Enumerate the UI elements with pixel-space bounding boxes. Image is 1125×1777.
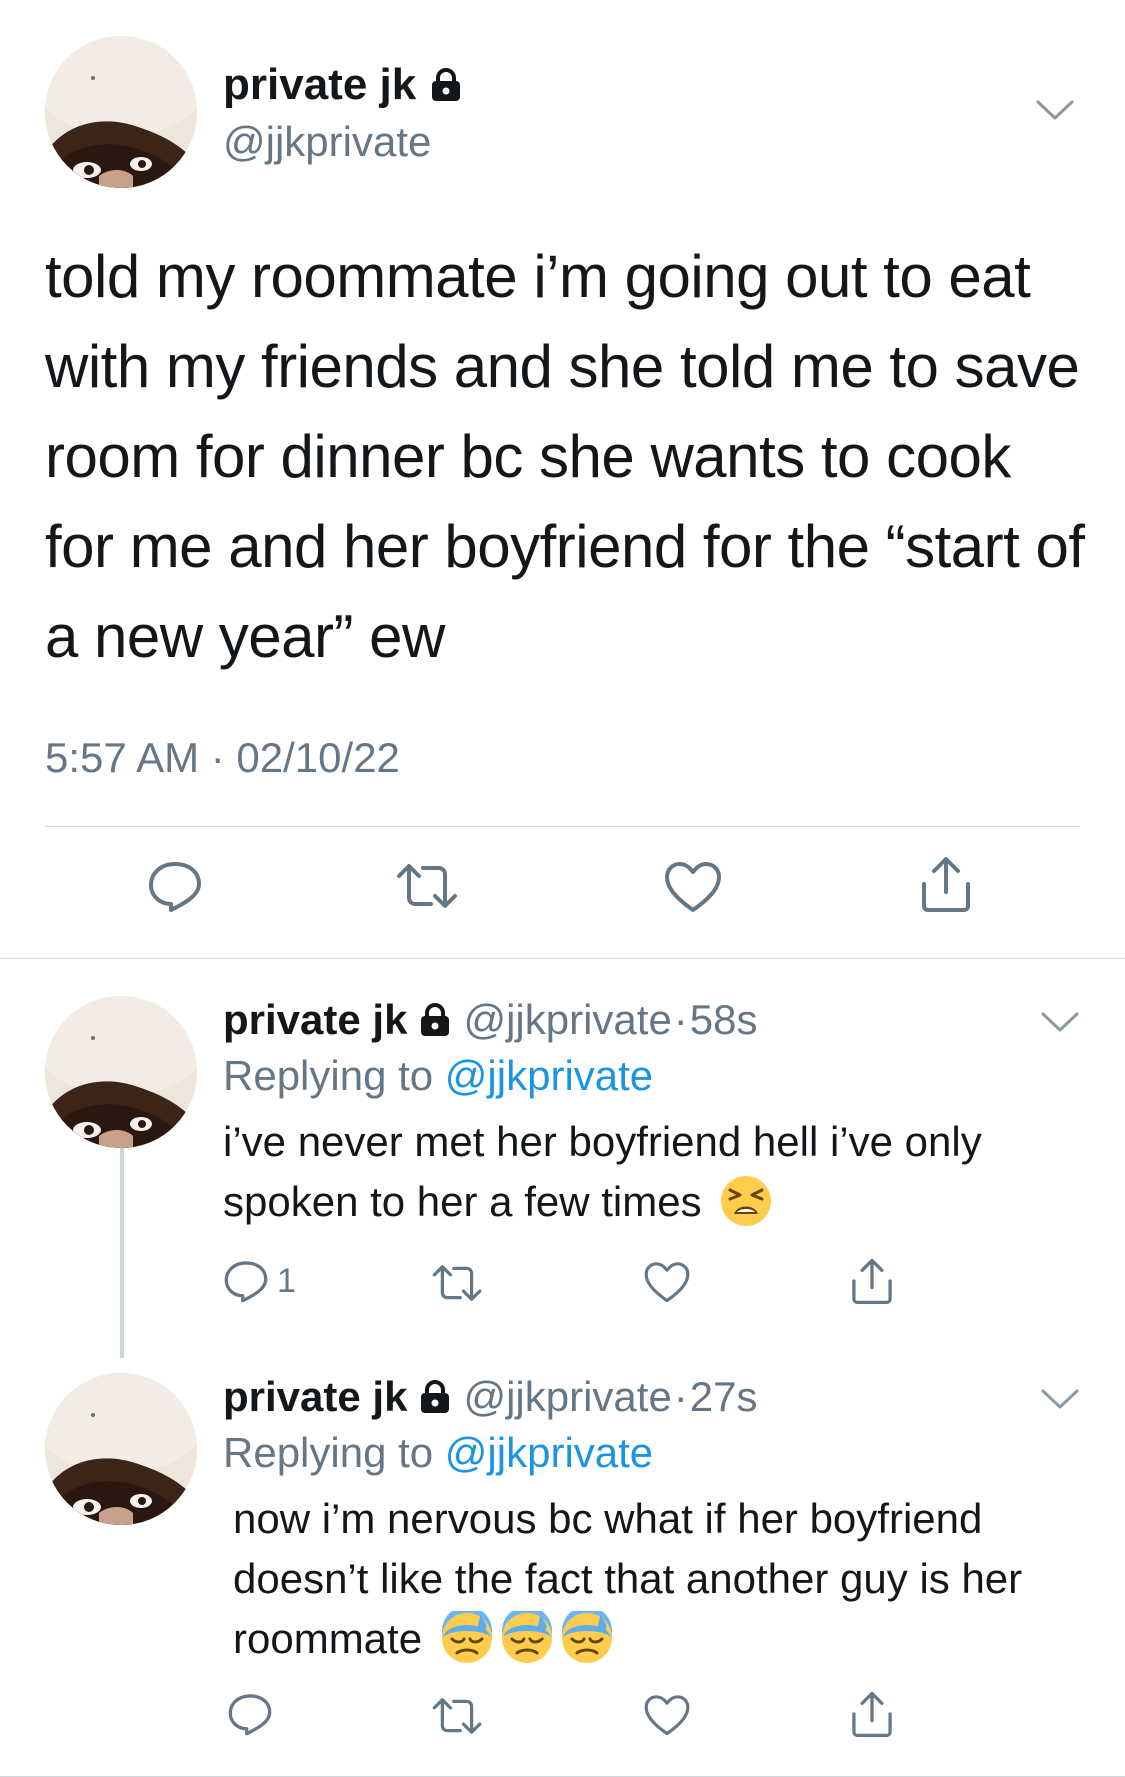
downcast-sweat-emoji <box>440 1611 494 1665</box>
retweet-button[interactable] <box>431 1693 483 1739</box>
replying-to: Replying to @jjkprivate <box>223 1429 653 1477</box>
chevron-down-icon[interactable] <box>1040 1010 1080 1036</box>
author-handle[interactable]: @jjkprivate <box>223 118 431 166</box>
replying-to-label: Replying to <box>223 1052 434 1099</box>
retweet-icon <box>431 1693 483 1739</box>
retweet-button[interactable] <box>431 1260 483 1306</box>
reply-button[interactable]: 1 <box>223 1258 296 1304</box>
reply-count: 1 <box>277 1261 296 1300</box>
replying-to-label: Replying to <box>223 1429 434 1476</box>
author-handle[interactable]: @jjkprivate <box>463 1373 671 1421</box>
avatar[interactable] <box>45 996 197 1148</box>
reply-icon <box>223 1258 269 1304</box>
tweet-actions <box>45 858 1080 928</box>
reply-tweet[interactable]: private jk @jjkprivate · 58s Replying to @… <box>0 996 1125 1326</box>
reply-text-block: i’ve never met her boyfriend hell i’ve o… <box>223 1112 1078 1232</box>
reply-button[interactable] <box>147 858 203 914</box>
reply-actions: 1 <box>223 1258 1083 1318</box>
reply-button[interactable] <box>227 1691 273 1737</box>
tweet-text: told my roommate i’m going out to eat wi… <box>45 243 1085 670</box>
lock-icon <box>428 67 464 103</box>
author-name-row[interactable]: private jk <box>223 60 464 110</box>
like-button[interactable] <box>663 860 723 916</box>
like-icon <box>643 1693 691 1739</box>
lock-icon <box>417 1002 453 1038</box>
main-tweet-header: private jk @jjkprivate <box>45 36 1085 191</box>
like-icon <box>663 860 723 916</box>
chevron-down-icon[interactable] <box>1035 98 1075 124</box>
reply-time[interactable]: 58s <box>690 996 758 1044</box>
reply-text-block: now i’m nervous bc what if her boyfriend… <box>223 1489 1088 1669</box>
replying-to-mention[interactable]: @jjkprivate <box>445 1429 653 1476</box>
retweet-button[interactable] <box>395 858 459 914</box>
separator-dot: · <box>673 1373 688 1420</box>
reply-actions <box>223 1691 1083 1751</box>
share-icon <box>849 1256 895 1306</box>
replying-to-mention[interactable]: @jjkprivate <box>445 1052 653 1099</box>
separator-dot: · <box>673 996 688 1043</box>
reply-text: now i’m nervous bc what if her boyfriend… <box>233 1495 1023 1662</box>
reply-tweet[interactable]: private jk @jjkprivate · 27s Replying to @… <box>0 1373 1125 1753</box>
retweet-icon <box>395 858 459 914</box>
avatar[interactable] <box>45 1373 197 1525</box>
author-name[interactable]: private jk <box>223 60 416 110</box>
replying-to: Replying to @jjkprivate <box>223 1052 653 1100</box>
share-button[interactable] <box>849 1689 895 1739</box>
author-name[interactable]: private jk <box>223 996 407 1044</box>
share-button[interactable] <box>918 854 974 914</box>
lock-icon <box>417 1379 453 1415</box>
share-icon <box>849 1689 895 1739</box>
tweet-thread-page: private jk @jjkprivate told my roommate … <box>0 0 1125 1777</box>
divider <box>0 958 1125 959</box>
reply-icon <box>147 858 203 914</box>
like-button[interactable] <box>643 1260 691 1306</box>
author-handle[interactable]: @jjkprivate <box>463 996 671 1044</box>
avatar[interactable] <box>45 36 197 188</box>
downcast-sweat-emoji <box>560 1611 614 1665</box>
downcast-sweat-emoji <box>500 1611 554 1665</box>
reply-time[interactable]: 27s <box>690 1373 758 1421</box>
reply-text: i’ve never met her boyfriend hell i’ve o… <box>223 1118 982 1225</box>
retweet-icon <box>431 1260 483 1306</box>
share-button[interactable] <box>849 1256 895 1306</box>
chevron-down-icon[interactable] <box>1040 1387 1080 1413</box>
reply-header: private jk @jjkprivate · 27s <box>223 1373 758 1421</box>
share-icon <box>918 854 974 914</box>
reply-header: private jk @jjkprivate · 58s <box>223 996 758 1044</box>
reply-icon <box>227 1691 273 1737</box>
like-icon <box>643 1260 691 1306</box>
like-button[interactable] <box>643 1693 691 1739</box>
tired-face-emoji <box>719 1174 773 1228</box>
divider <box>45 826 1080 827</box>
author-name[interactable]: private jk <box>223 1373 407 1421</box>
tweet-timestamp[interactable]: 5:57 AM · 02/10/22 <box>45 734 400 782</box>
